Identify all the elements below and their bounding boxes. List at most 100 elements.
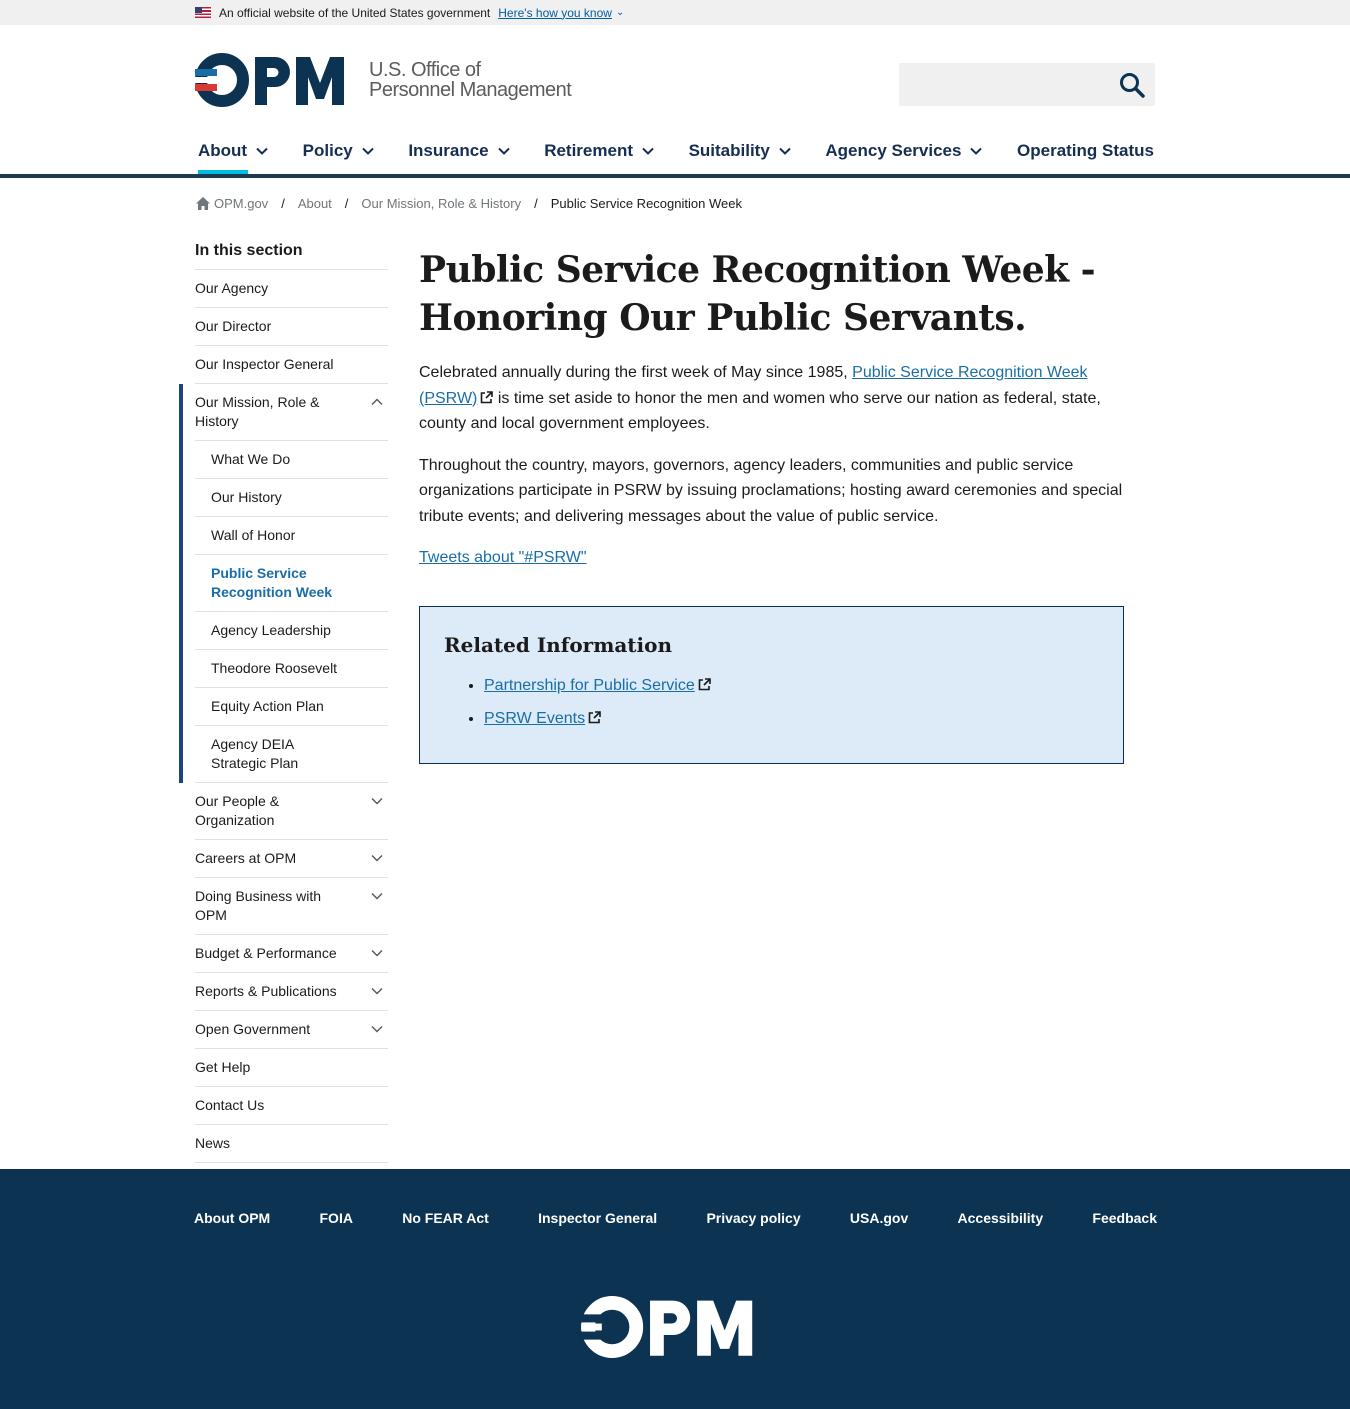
sidebar-item-label: Our People & Organization — [195, 793, 280, 828]
page-title: Public Service Recognition Week - Honori… — [419, 249, 1096, 339]
tweets-link[interactable]: Tweets about "#PSRW" — [419, 549, 587, 566]
sidebar-item-what-we-do[interactable]: What We Do — [195, 441, 388, 479]
sidebar-item-wall-of-honor[interactable]: Wall of Honor — [195, 517, 388, 555]
external-link-icon — [698, 677, 711, 690]
sidebar-item-our-history[interactable]: Our History — [195, 479, 388, 517]
section-sidebar: In this section Our Agency Our Director … — [179, 242, 388, 1163]
logo-line-2: Personnel Management — [369, 79, 572, 101]
sidebar-item-deia-plan[interactable]: Agency DEIA Strategic Plan — [195, 726, 388, 783]
us-flag-icon — [195, 7, 211, 18]
related-heading: Related Information — [444, 632, 673, 657]
opm-logo[interactable]: U.S. Office of Personnel Management — [195, 53, 572, 107]
footer-link-inspector-general[interactable]: Inspector General — [538, 1210, 657, 1226]
body-paragraph: Throughout the country, mayors, governor… — [419, 456, 1123, 525]
breadcrumb-separator: / — [281, 196, 285, 211]
logo-line-1: U.S. Office of — [369, 59, 481, 81]
nav-label: Agency Services — [825, 141, 962, 160]
chevron-down-icon[interactable]: ⌄ — [616, 7, 624, 18]
sidebar-item-label: Budget & Performance — [195, 945, 337, 961]
intro-paragraph: Celebrated annually during the first wee… — [419, 360, 1124, 437]
nav-label: Policy — [302, 141, 353, 160]
footer-link-privacy-policy[interactable]: Privacy policy — [706, 1210, 800, 1226]
sidebar-item-contact-us[interactable]: Contact Us — [195, 1087, 388, 1125]
list-item: Partnership for Public Service — [484, 675, 1099, 696]
sidebar-item-news[interactable]: News — [195, 1125, 388, 1163]
site-footer: About OPM FOIA No FEAR Act Inspector Gen… — [0, 1169, 1350, 1409]
search-input[interactable] — [899, 63, 1155, 106]
active-section-indicator — [179, 384, 183, 783]
opm-logo-text: U.S. Office of Personnel Management — [369, 59, 572, 101]
chevron-down-icon[interactable] — [370, 889, 384, 903]
sidebar-item-get-help[interactable]: Get Help — [195, 1049, 388, 1087]
breadcrumb-separator: / — [344, 196, 349, 211]
chevron-down-icon — [642, 147, 654, 155]
breadcrumb-about[interactable]: About — [298, 196, 332, 211]
footer-link-usa-gov[interactable]: USA.gov — [850, 1210, 908, 1226]
sidebar-item-reports[interactable]: Reports & Publications — [195, 973, 388, 1011]
sidebar-item-mission[interactable]: Our Mission, Role & History — [195, 384, 388, 441]
site-header: U.S. Office of Personnel Management Abou… — [0, 25, 1350, 175]
tweets-paragraph: Tweets about "#PSRW" — [419, 545, 1124, 571]
heres-how-you-know-link[interactable]: Here's how you know — [498, 6, 612, 20]
sidebar-item-equity-action-plan[interactable]: Equity Action Plan — [195, 688, 388, 726]
footer-opm-logo[interactable] — [581, 1296, 765, 1363]
external-link-icon — [588, 710, 601, 723]
sidebar-item-label: Reports & Publications — [195, 983, 337, 999]
chevron-down-icon[interactable] — [370, 946, 384, 960]
sidebar-item-our-agency[interactable]: Our Agency — [195, 270, 388, 308]
nav-suitability[interactable]: Suitability — [689, 134, 792, 168]
breadcrumb-separator: / — [534, 196, 538, 211]
footer-link-accessibility[interactable]: Accessibility — [958, 1210, 1044, 1226]
list-item: PSRW Events — [484, 708, 1099, 729]
chevron-up-icon[interactable] — [370, 395, 384, 409]
sidebar-item-theodore-roosevelt[interactable]: Theodore Roosevelt — [195, 650, 388, 688]
chevron-down-icon[interactable] — [370, 794, 384, 808]
footer-link-feedback[interactable]: Feedback — [1092, 1210, 1157, 1226]
sidebar-item-label: Doing Business with OPM — [195, 888, 322, 923]
breadcrumb-current: Public Service Recognition Week — [550, 196, 742, 211]
opm-logo-mark — [195, 53, 355, 107]
breadcrumb-mission[interactable]: Our Mission, Role & History — [361, 196, 521, 211]
sidebar-heading: In this section — [195, 242, 388, 270]
nav-divider — [0, 174, 1350, 178]
chevron-down-icon[interactable] — [370, 984, 384, 998]
nav-about[interactable]: About — [198, 134, 269, 174]
footer-links: About OPM FOIA No FEAR Act Inspector Gen… — [194, 1210, 1157, 1226]
footer-link-foia[interactable]: FOIA — [320, 1210, 353, 1226]
psrw-events-link[interactable]: PSRW Events — [484, 710, 585, 727]
sidebar-item-label: Open Government — [195, 1021, 311, 1037]
sidebar-item-open-government[interactable]: Open Government — [195, 1011, 388, 1049]
main-nav: About Policy Insurance Retirement Suitab… — [198, 134, 1154, 174]
sidebar-item-inspector-general[interactable]: Our Inspector General — [195, 346, 388, 384]
footer-link-about-opm[interactable]: About OPM — [194, 1210, 270, 1226]
nav-retirement[interactable]: Retirement — [544, 134, 655, 168]
sidebar-item-our-director[interactable]: Our Director — [195, 308, 388, 346]
sidebar-group-mission: Our Mission, Role & History What We Do O… — [179, 384, 388, 783]
sidebar-item-doing-business[interactable]: Doing Business with OPM — [195, 878, 388, 935]
sidebar-item-careers[interactable]: Careers at OPM — [195, 840, 388, 878]
chevron-down-icon[interactable] — [370, 851, 384, 865]
sidebar-item-agency-leadership[interactable]: Agency Leadership — [195, 612, 388, 650]
footer-link-no-fear-act[interactable]: No FEAR Act — [402, 1210, 489, 1226]
gov-banner: An official website of the United States… — [0, 0, 1350, 25]
gov-banner-text: An official website of the United States… — [219, 5, 491, 20]
sidebar-item-budget[interactable]: Budget & Performance — [195, 935, 388, 973]
breadcrumb-home[interactable]: OPM.gov — [214, 196, 268, 211]
nav-insurance[interactable]: Insurance — [408, 134, 510, 168]
search-icon[interactable] — [1119, 72, 1145, 98]
nav-label: Retirement — [544, 141, 633, 160]
nav-agency-services[interactable]: Agency Services — [825, 134, 983, 168]
partnership-link[interactable]: Partnership for Public Service — [484, 677, 695, 694]
nav-label: Operating Status — [1017, 141, 1154, 160]
psrw-events-link-label: PSRW Events — [484, 709, 586, 727]
related-information-box: Related Information Partnership for Publ… — [419, 605, 1124, 764]
main-content: Public Service Recognition Week - Honori… — [419, 246, 1124, 764]
sidebar-item-label: Careers at OPM — [195, 850, 297, 866]
intro-text-after: is time set aside to honor the men and w… — [419, 389, 1101, 433]
intro-text-before: Celebrated annually during the first wee… — [419, 364, 853, 381]
sidebar-item-people-organization[interactable]: Our People & Organization — [195, 783, 388, 840]
nav-policy[interactable]: Policy — [303, 134, 375, 168]
sidebar-item-psrw[interactable]: Public Service Recognition Week — [195, 555, 388, 612]
nav-operating-status[interactable]: Operating Status — [1017, 134, 1154, 168]
chevron-down-icon[interactable] — [370, 1022, 384, 1036]
